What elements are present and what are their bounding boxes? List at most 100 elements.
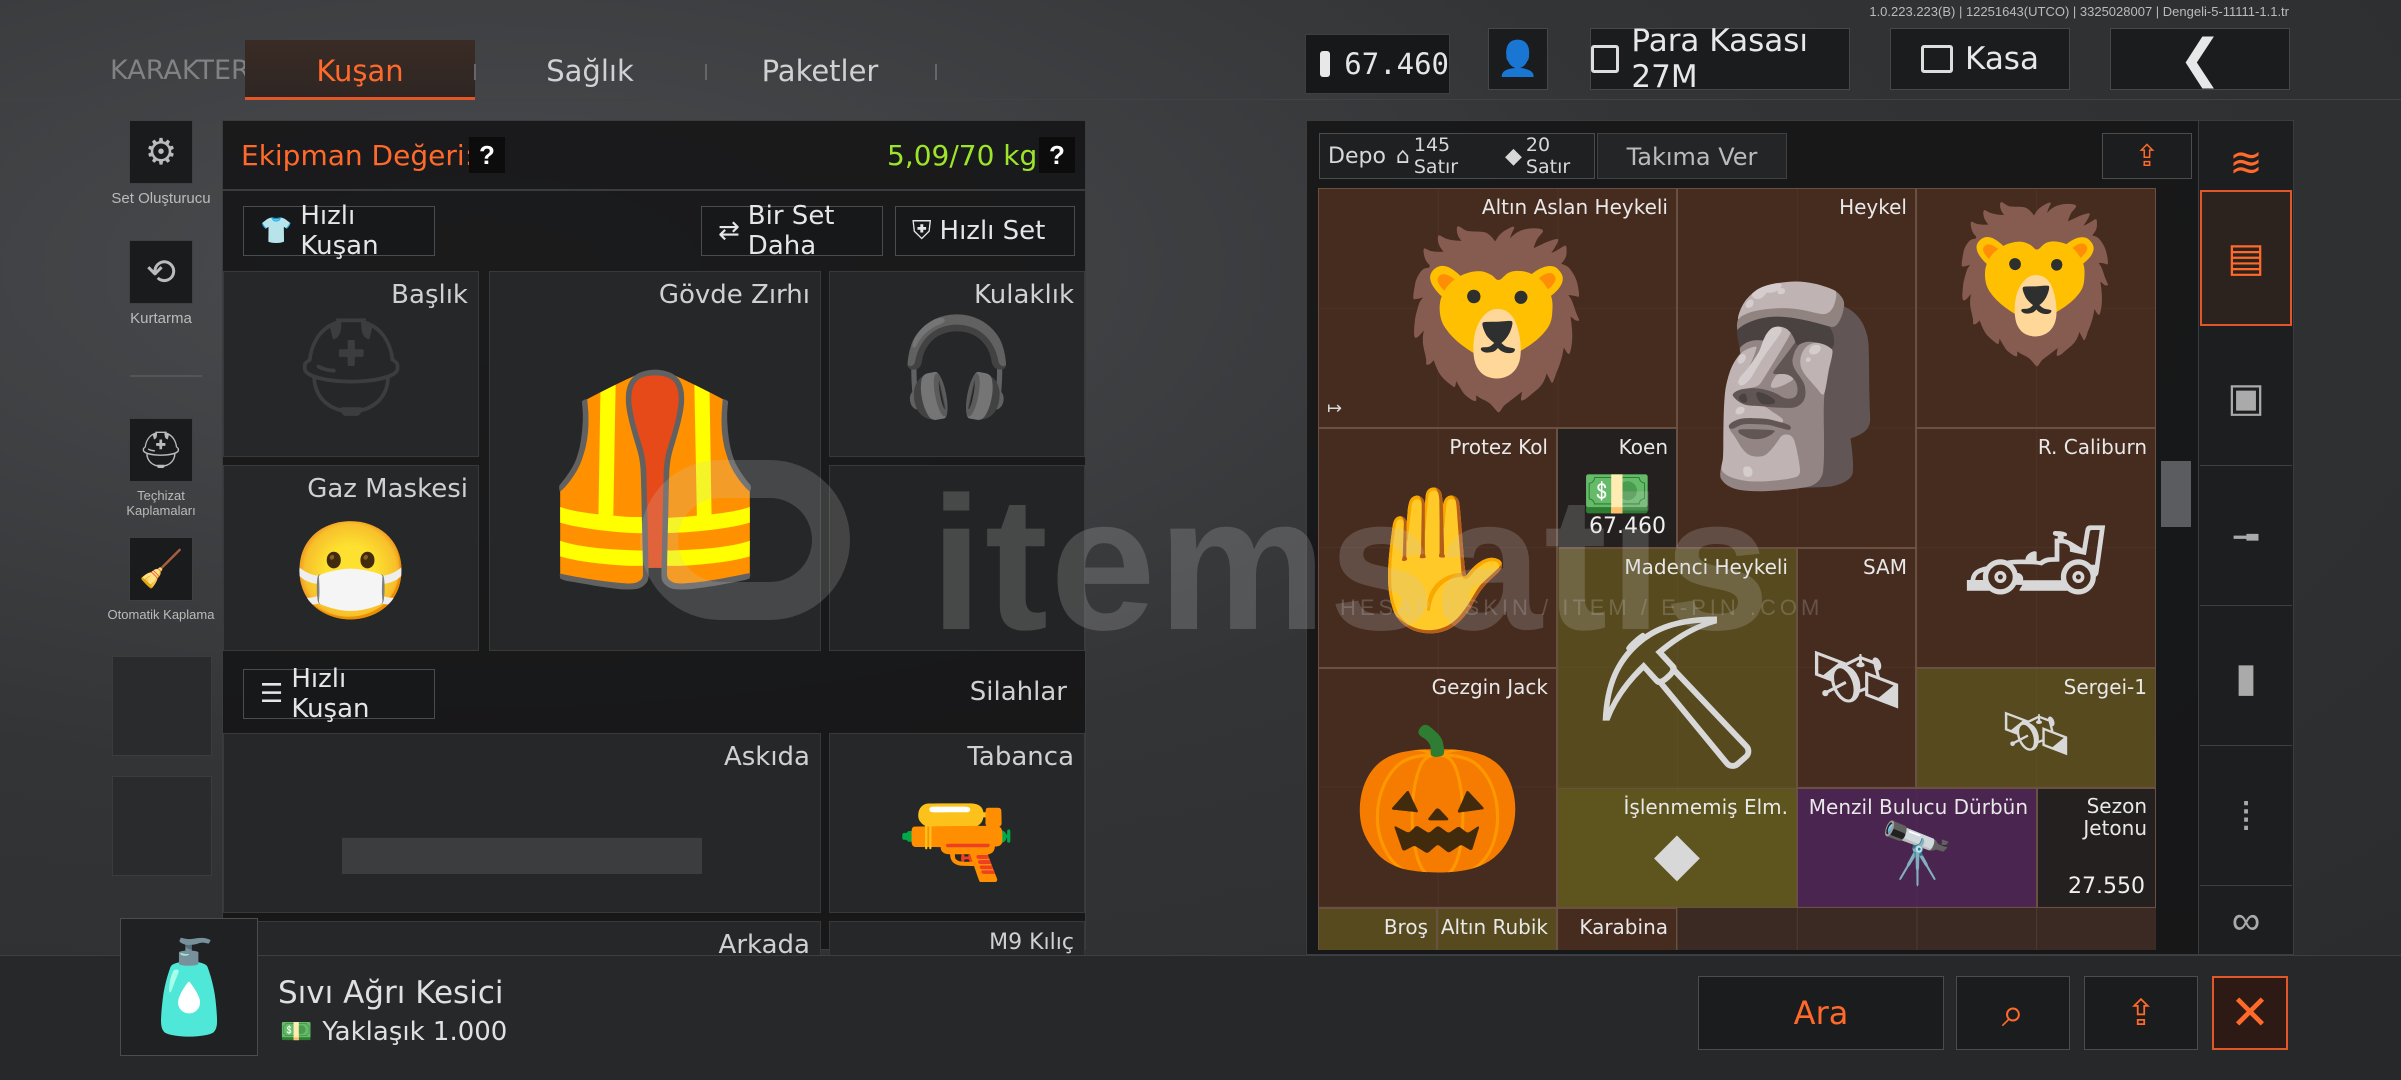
item-sezon-jetonu[interactable]: Sezon Jetonu 27.550 (2037, 788, 2156, 908)
tab-saglik[interactable]: Sağlık (480, 40, 700, 100)
item-lion-statue-2[interactable]: 🦁 (1916, 188, 2156, 428)
auto-skin-icon: 🧹 (129, 537, 193, 601)
quick-set-button[interactable]: ⛨ Hızlı Set (895, 206, 1075, 256)
vault-icon (1591, 45, 1620, 73)
storage-scrollbar[interactable] (2161, 461, 2191, 527)
item-islenmemis-elmas[interactable]: İşlenmemiş Elm. ◆ (1557, 788, 1797, 908)
backpack-icon: ◆ (1505, 143, 1522, 169)
gear-skins-label: Teçhizat Kaplamaları (126, 488, 196, 518)
currency-display: 67.460 (1305, 34, 1450, 94)
exit-icon: ↦ (1327, 398, 1343, 418)
watermark-sub: HESAP / SKIN / ITEM / E-PIN .COM (1340, 595, 1824, 620)
slot-head[interactable]: Başlık ⛑ (223, 271, 479, 457)
item-sam[interactable]: SAM 🛰 (1797, 548, 1916, 788)
headset-icon: 🎧 (897, 314, 1017, 421)
item-sergei-1[interactable]: Sergei-1 🛰 (1916, 668, 2156, 788)
cash-icon: 💵 (280, 1017, 313, 1047)
slot-pistol-label: Tabanca (967, 742, 1074, 772)
item-karabina[interactable]: Karabina (1557, 908, 1677, 950)
category-magazines-tab[interactable]: ▮ (2200, 610, 2292, 746)
header-divider (223, 189, 1085, 191)
slot-melee-label: M9 Kılıç (989, 930, 1074, 955)
item-name: Altın Rubik (1440, 915, 1548, 939)
operator-icon: 👤 (1496, 39, 1540, 79)
sam-icon: 🛰 (1805, 634, 1908, 724)
lion-statue-icon: 🦁 (1942, 200, 2130, 369)
set-builder-button[interactable]: ⚙ Set Oluşturucu (106, 120, 216, 207)
item-name: İşlenmemiş Elm. (1623, 795, 1789, 819)
item-gezgin-jack[interactable]: Gezgin Jack 🎃 (1318, 668, 1557, 908)
weight-help-icon[interactable]: ? (1039, 137, 1075, 173)
close-button[interactable]: ✕ (2212, 976, 2288, 1050)
item-name: Sergei-1 (2063, 675, 2147, 699)
tab-paketler[interactable]: Paketler (710, 40, 930, 100)
pistol-icon: 🔫 (897, 786, 1017, 893)
unload-button[interactable]: ⇪ (2084, 976, 2198, 1050)
gear-skins-button[interactable]: ⛑ Teçhizat Kaplamaları (106, 418, 216, 518)
magazine-icon: ▮ (2234, 655, 2257, 700)
operator-button[interactable]: 👤 (1488, 28, 1548, 90)
stack-icon: ▤ (2227, 236, 2265, 280)
another-set-button[interactable]: ⇄ Bir Set Daha (701, 201, 883, 261)
slot-gas-mask[interactable]: Gaz Maskesi 😷 (223, 465, 479, 651)
auto-skin-button[interactable]: 🧹 Otomatik Kaplama (106, 537, 216, 622)
quick-equip-button[interactable]: 👕 Hızlı Kuşan (243, 201, 435, 261)
item-name: Altın Aslan Heykeli (1481, 195, 1668, 219)
item-altin-rubik[interactable]: Altın Rubik (1437, 908, 1557, 950)
safe-button[interactable]: Kasa (1890, 28, 2070, 90)
tab-kusan[interactable]: Kuşan (245, 40, 475, 100)
vault-button[interactable]: Para Kasası 27M (1590, 23, 1850, 95)
item-r-caliburn[interactable]: R. Caliburn 🏎 (1916, 428, 2156, 668)
unload-icon: ⇪ (2125, 992, 2157, 1034)
search-button[interactable]: ⌕ (1956, 976, 2070, 1050)
item-name: Broş (1383, 915, 1428, 939)
vault-label: Para Kasası 27M (1631, 23, 1808, 95)
storage-tab-depo[interactable]: Depo ⌂ 145 Satır ◆ 20 Satır (1319, 133, 1595, 179)
weapons-quick-equip-button[interactable]: ☰ Hızlı Kuşan (243, 664, 435, 724)
item-altin-aslan-heykeli[interactable]: Altın Aslan Heykeli 🦁 ↦ (1318, 188, 1677, 428)
vest-icon: ▣ (2227, 375, 2265, 420)
watermark-brand: itemsatis (930, 458, 1772, 670)
give-team-tab[interactable]: Takıma Ver (1597, 133, 1787, 179)
rangefinder-icon: 🔭 (1879, 819, 1955, 887)
category-storage-tab[interactable]: ▤ (2200, 190, 2292, 326)
quick-equip-label: Hızlı Kuşan (300, 201, 379, 261)
weight-readout: 5,09/70 kg (887, 139, 1038, 172)
weapons-quick-equip-label: Hızlı Kuşan (291, 664, 370, 724)
category-armor-tab[interactable]: ▣ (2200, 330, 2292, 466)
shirt-icon: 👕 (260, 216, 293, 246)
category-more-tab[interactable]: ∞ (2200, 890, 2292, 952)
search-text-button[interactable]: Ara (1698, 976, 1944, 1050)
car-icon: 🏎 (1959, 492, 2113, 627)
category-ammo-tab[interactable]: ⁞ (2200, 750, 2292, 886)
item-value: 27.550 (2068, 874, 2145, 899)
sidebar-divider (130, 375, 202, 377)
slot-headset-label: Kulaklık (974, 280, 1074, 310)
helmet-icon: ⛑ (290, 314, 412, 421)
category-weapons-tab[interactable]: ╼ (2200, 470, 2292, 606)
set-builder-icon: ⚙ (129, 120, 193, 184)
tab-karakter[interactable]: KARAKTER (110, 40, 250, 100)
back-button[interactable]: ❮ (2110, 28, 2290, 90)
slot-pistol[interactable]: Tabanca 🔫 (829, 733, 1085, 913)
item-name: SAM (1862, 555, 1907, 579)
bust-statue-icon: 🗿 (1678, 279, 1915, 492)
equipment-help-icon[interactable]: ? (469, 137, 505, 173)
currency-amount: 67.460 (1344, 47, 1449, 81)
sort-button[interactable]: ⇪ (2102, 133, 2192, 179)
painkiller-bottle-icon: 🧴 (132, 937, 246, 1038)
rescue-button[interactable]: ⟲ Kurtarma (106, 240, 216, 327)
item-bros[interactable]: Broş (1318, 908, 1437, 950)
selected-item-price: Yaklaşık 1.000 (322, 1017, 508, 1047)
top-bar: KARAKTER Kuşan Sağlık Paketler 67.460 👤 … (0, 12, 2401, 100)
category-all-button[interactable]: ≋ (2200, 130, 2292, 196)
search-icon: ⌕ (2001, 990, 2025, 1036)
selected-item-thumb[interactable]: 🧴 (120, 918, 258, 1056)
rescue-label: Kurtarma (130, 310, 192, 327)
close-icon: ✕ (2229, 985, 2271, 1041)
slot-headset[interactable]: Kulaklık 🎧 (829, 271, 1085, 457)
item-menzil-bulucu-durbun[interactable]: Menzil Bulucu Dürbün 🔭 (1797, 788, 2037, 908)
equipment-value: Ekipman Değeri: 0 (241, 139, 501, 172)
pack-rows: 20 Satır (1525, 134, 1571, 178)
slot-sling-weapon[interactable]: Askıda ▬▬▬ (223, 733, 821, 913)
